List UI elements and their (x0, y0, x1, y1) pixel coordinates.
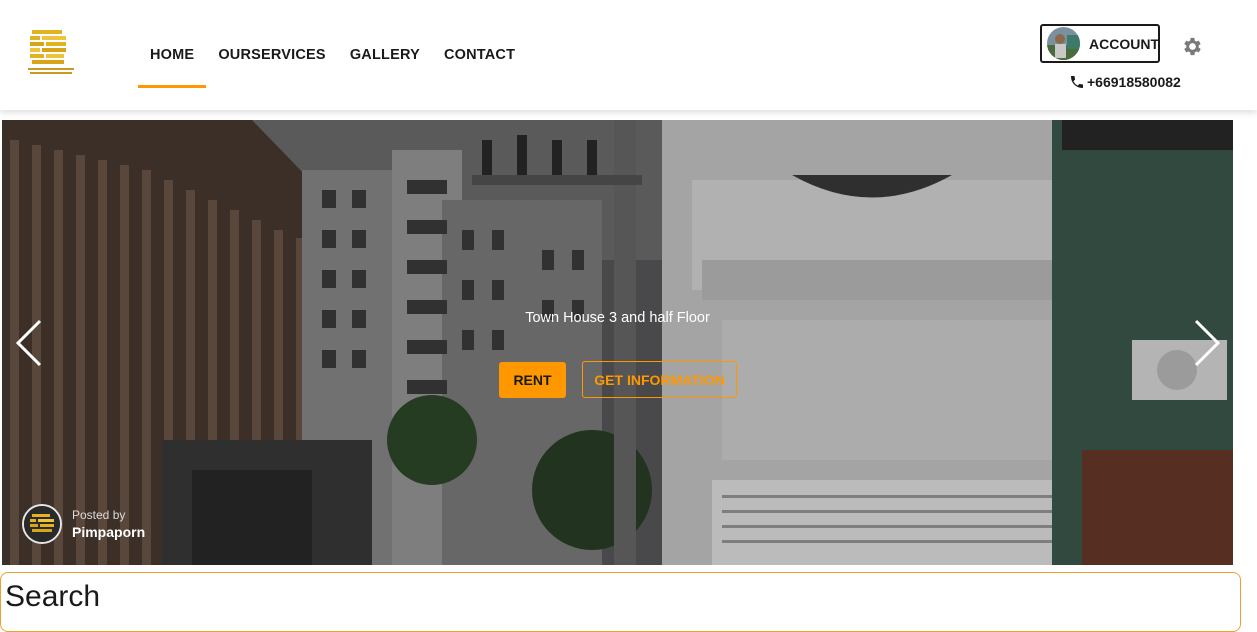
company-logo[interactable] (26, 28, 78, 78)
carousel-prev-button[interactable] (14, 318, 44, 368)
search-title: Search (5, 580, 101, 613)
site-header: HOME OURSERVICES GALLERY CONTACT ACCOUNT (0, 0, 1257, 110)
phone-contact[interactable]: +66918580082 (1069, 74, 1181, 90)
phone-number: +66918580082 (1087, 74, 1181, 90)
rent-button[interactable]: RENT (499, 362, 566, 398)
carousel-next-button[interactable] (1192, 318, 1222, 368)
nav-ourservices[interactable]: OURSERVICES (206, 0, 338, 88)
account-button[interactable]: ACCOUNT (1040, 24, 1160, 63)
main-nav: HOME OURSERVICES GALLERY CONTACT (138, 0, 527, 110)
search-panel: Search (0, 572, 1241, 632)
chevron-left-icon (15, 319, 42, 367)
nav-contact[interactable]: CONTACT (432, 0, 527, 88)
poster-name[interactable]: Pimpaporn (72, 523, 145, 541)
posted-by-label: Posted by (72, 507, 126, 522)
chevron-right-icon (1194, 319, 1221, 367)
poster-avatar[interactable] (22, 504, 62, 544)
hero-caption: Town House 3 and half Floor (525, 310, 710, 326)
hero-carousel: Town House 3 and half Floor RENT GET INF… (2, 120, 1233, 565)
user-avatar (1047, 27, 1080, 60)
nav-home[interactable]: HOME (138, 0, 207, 88)
account-label: ACCOUNT (1089, 35, 1159, 52)
nav-gallery[interactable]: GALLERY (338, 0, 432, 88)
gear-icon[interactable] (1181, 35, 1204, 58)
posted-by: Posted by Pimpaporn (22, 504, 145, 544)
phone-icon (1069, 74, 1085, 90)
get-information-button[interactable]: GET INFORMATION (582, 361, 737, 398)
hero-overlay (2, 120, 1233, 565)
